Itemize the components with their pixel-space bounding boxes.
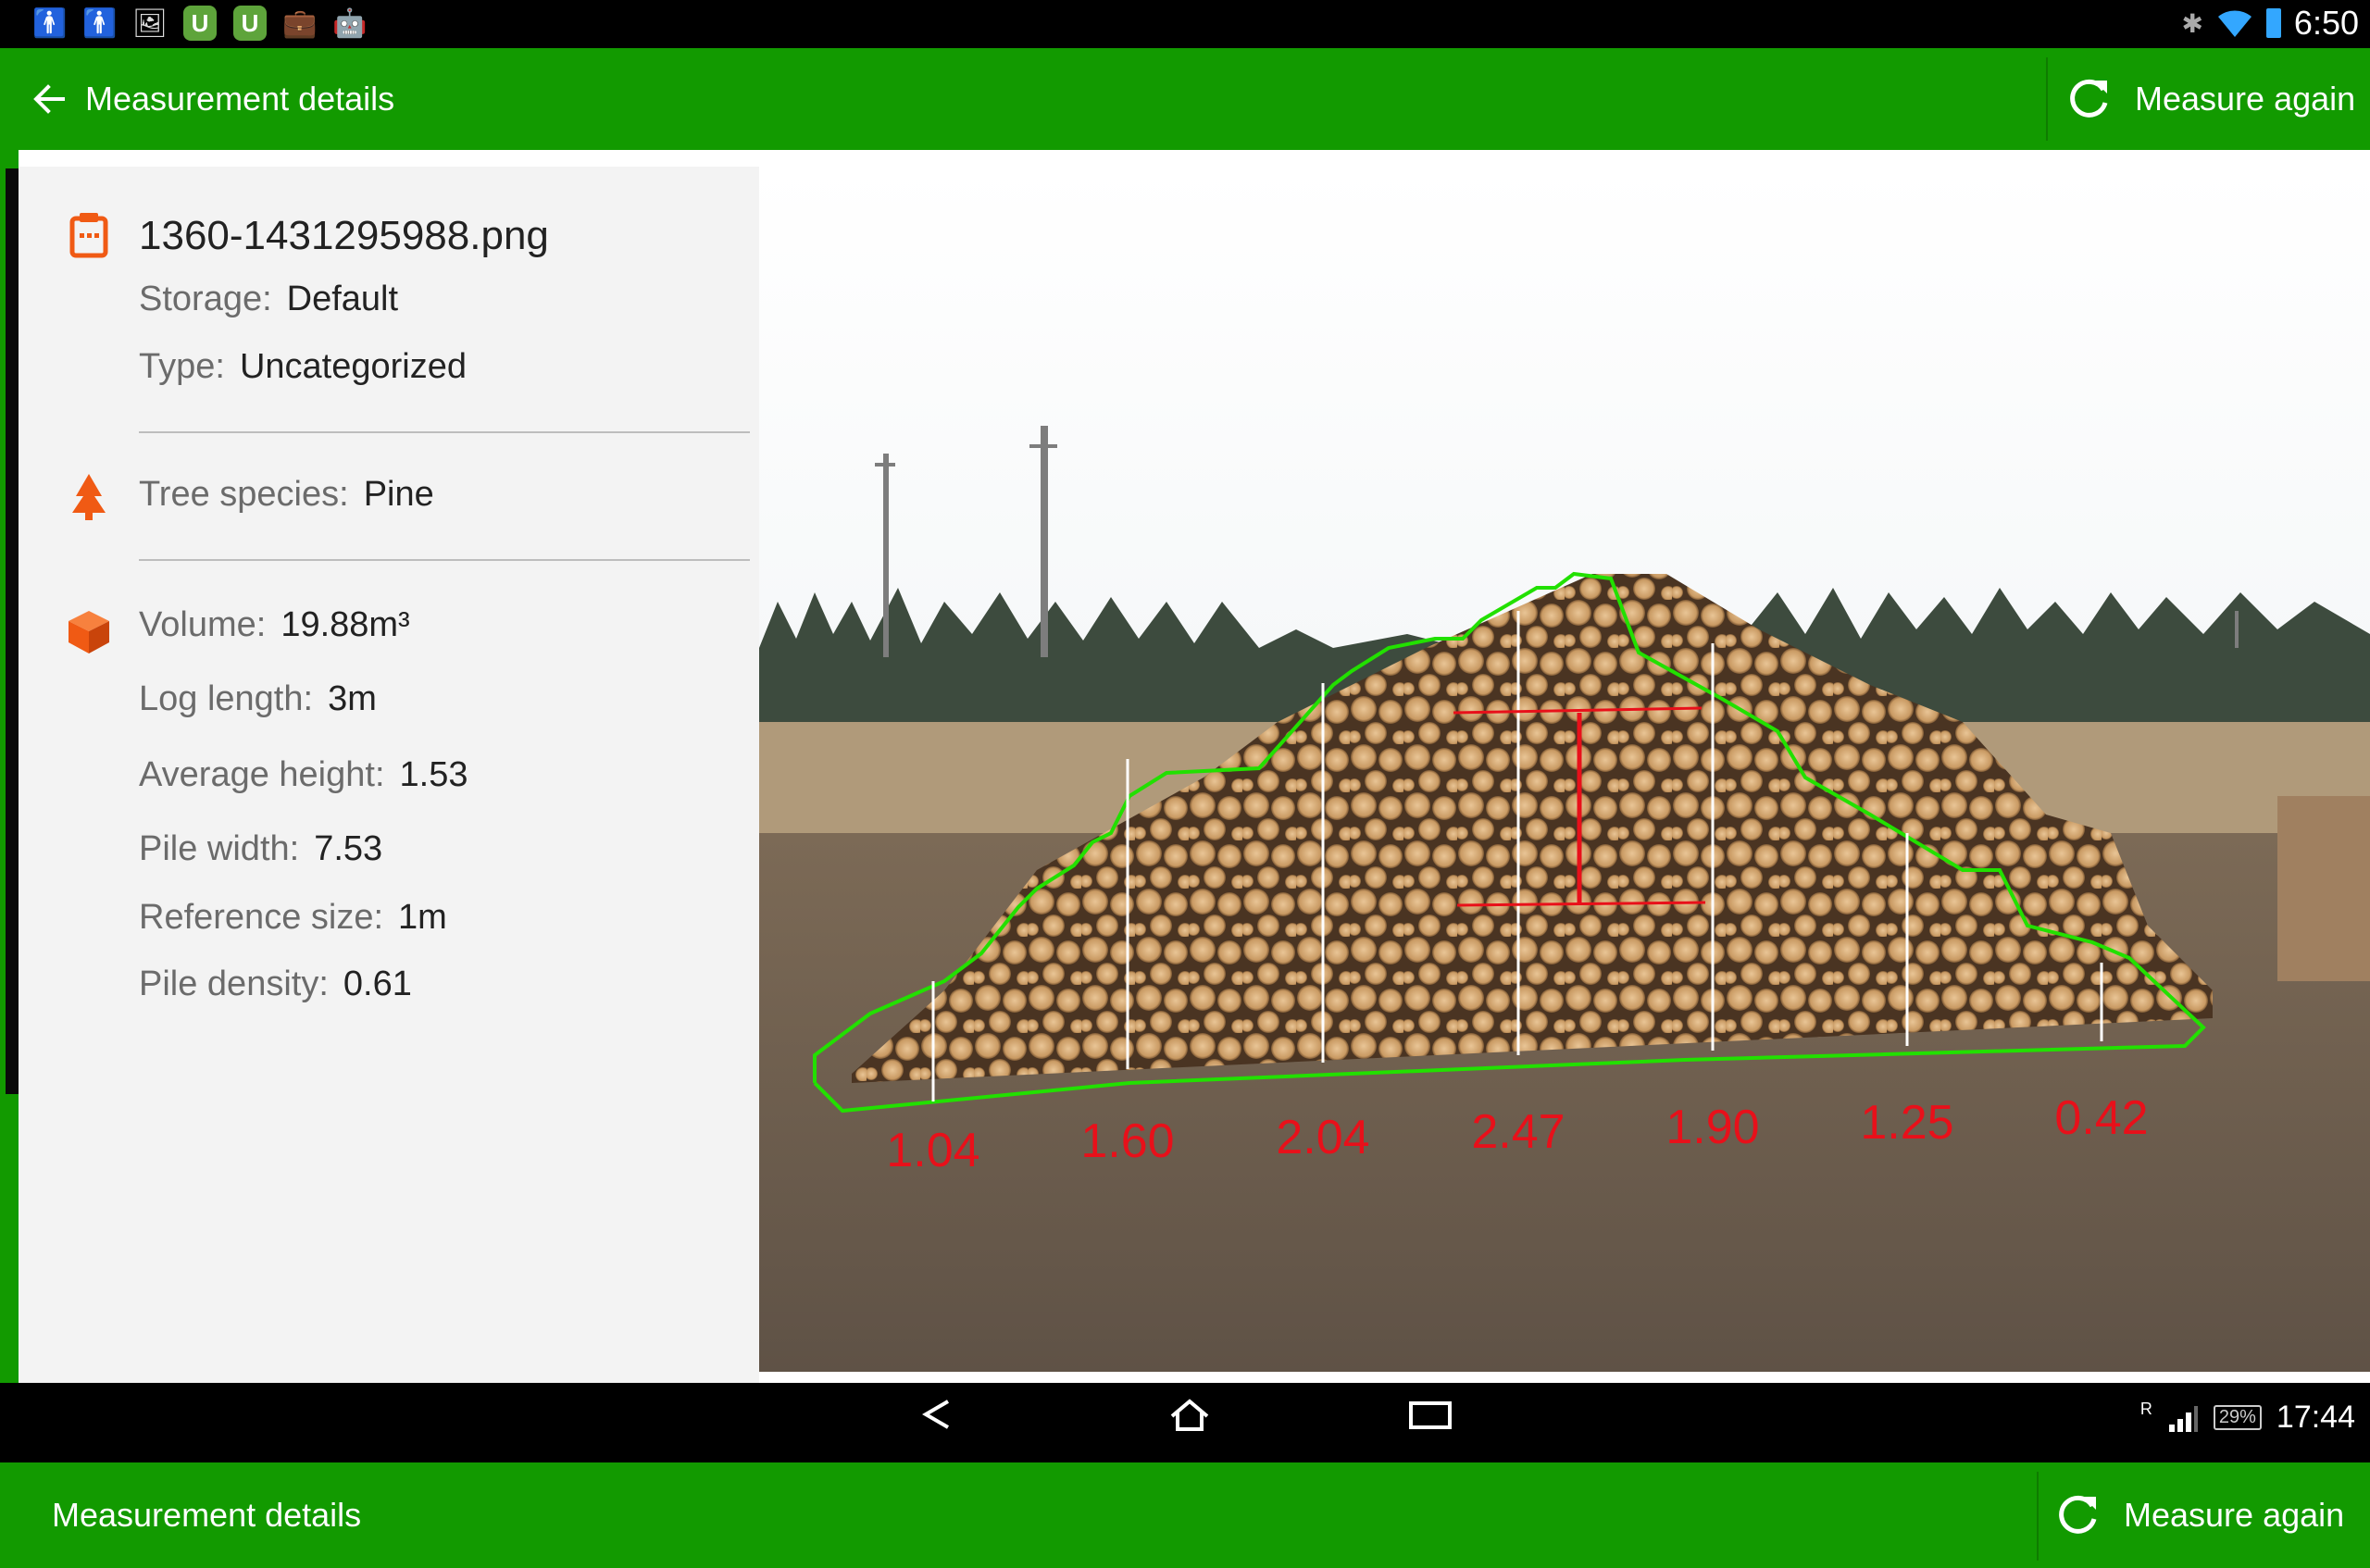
height-label: 1.04 xyxy=(886,1124,979,1177)
content-area: 1360-1431295988.png Storage: Default Type… xyxy=(19,150,2370,1383)
back-arrow-icon[interactable] xyxy=(26,76,72,122)
type-label: Type: xyxy=(139,347,225,386)
bluetooth-icon: ✱ xyxy=(2181,8,2203,38)
refresh-icon xyxy=(2059,1495,2097,1534)
system-status: ✱ 6:50 xyxy=(2181,4,2359,43)
signal-icon xyxy=(2168,1405,2198,1432)
reference-size-value: 1m xyxy=(398,898,447,937)
pile-width-value: 7.53 xyxy=(314,829,383,868)
storage-value: Default xyxy=(286,280,399,318)
u-app-icon: U xyxy=(233,6,267,41)
measure-again-button[interactable]: Measure again xyxy=(2063,68,2355,130)
app-bar: Measurement details Measure again xyxy=(19,48,2370,150)
back-nav-icon[interactable] xyxy=(907,1396,972,1433)
image-icon: 🖼 xyxy=(131,7,168,39)
pile-density-row: Pile density: 0.61 xyxy=(139,964,412,1004)
signal-badge: R xyxy=(2139,1400,2152,1418)
navigation-bar: R 29% 17:44 xyxy=(0,1383,2370,1462)
volume-value: 19.88m³ xyxy=(281,605,410,644)
refresh-icon xyxy=(2070,79,2108,118)
volume-label: Volume: xyxy=(139,605,267,644)
nav-time: 17:44 xyxy=(2276,1400,2355,1435)
species-label: Tree species: xyxy=(139,475,349,514)
average-height-label: Average height: xyxy=(139,755,385,794)
log-length-value: 3m xyxy=(328,679,377,718)
log-length-row: Log length: 3m xyxy=(139,679,377,719)
person-icon: 🚹 xyxy=(82,7,118,39)
cube-icon xyxy=(69,611,109,653)
android-icon: 🤖 xyxy=(332,7,368,39)
pile-width-label: Pile width: xyxy=(139,829,300,868)
details-panel: 1360-1431295988.png Storage: Default Type… xyxy=(19,167,759,1383)
status-time: 6:50 xyxy=(2293,4,2359,42)
height-label: 1.90 xyxy=(1665,1101,1759,1154)
height-label: 0.42 xyxy=(2054,1091,2148,1145)
clipboard-icon xyxy=(69,213,108,258)
species-row: Tree species: Pine xyxy=(139,475,434,515)
app-bar-divider xyxy=(2037,1472,2039,1561)
notification-icons: 🚹 🚹 🖼 U U 💼 🤖 xyxy=(32,6,368,41)
person-icon: 🚹 xyxy=(32,7,68,39)
separator xyxy=(139,559,750,561)
status-bar: 🚹 🚹 🖼 U U 💼 🤖 ✱ 6:50 xyxy=(0,0,2370,48)
height-label: 2.47 xyxy=(1471,1105,1565,1159)
u-app-icon: U xyxy=(183,6,217,41)
recents-nav-icon[interactable] xyxy=(1398,1396,1463,1433)
type-row: Type: Uncategorized xyxy=(139,347,467,387)
tree-icon xyxy=(72,474,106,520)
left-edge-strip xyxy=(0,1462,19,1568)
pile-density-label: Pile density: xyxy=(139,964,329,1003)
storage-row: Storage: Default xyxy=(139,280,398,319)
page-title: Measurement details xyxy=(52,1496,362,1534)
pile-density-value: 0.61 xyxy=(343,964,412,1003)
volume-row: Volume: 19.88m³ xyxy=(139,605,410,645)
battery-icon xyxy=(2265,8,2281,38)
home-nav-icon[interactable] xyxy=(1157,1396,1222,1433)
measure-again-label: Measure again xyxy=(2124,1496,2345,1534)
pile-width-row: Pile width: 7.53 xyxy=(139,829,382,869)
reference-size-row: Reference size: 1m xyxy=(139,898,447,938)
height-label: 1.25 xyxy=(1860,1096,1953,1150)
height-label: 1.60 xyxy=(1080,1114,1174,1168)
file-name: 1360-1431295988.png xyxy=(139,213,549,258)
log-pile-image: 1.04 1.60 2.04 2.47 1.90 1.25 0.42 xyxy=(759,167,2370,1372)
left-edge-strip xyxy=(0,48,19,1383)
height-label: 2.04 xyxy=(1276,1111,1369,1164)
app-bar-divider xyxy=(2046,57,2048,141)
separator xyxy=(139,431,750,433)
type-value: Uncategorized xyxy=(239,347,467,386)
log-length-label: Log length: xyxy=(139,679,314,718)
reference-size-label: Reference size: xyxy=(139,898,384,937)
app-bar: Measurement details Measure again xyxy=(19,1462,2370,1568)
page-title: Measurement details xyxy=(85,80,395,118)
average-height-row: Average height: 1.53 xyxy=(139,755,468,795)
storage-label: Storage: xyxy=(139,280,272,318)
average-height-value: 1.53 xyxy=(399,755,468,794)
measure-again-label: Measure again xyxy=(2135,80,2356,118)
wifi-icon xyxy=(2217,10,2252,37)
measurement-photo[interactable]: 1.04 1.60 2.04 2.47 1.90 1.25 0.42 xyxy=(759,167,2370,1372)
briefcase-icon: 💼 xyxy=(282,7,318,39)
measure-again-button[interactable]: Measure again xyxy=(2052,1485,2344,1546)
species-value: Pine xyxy=(363,475,434,514)
system-tray: R 29% 17:44 xyxy=(2140,1400,2355,1436)
battery-indicator: 29% xyxy=(2213,1405,2262,1430)
